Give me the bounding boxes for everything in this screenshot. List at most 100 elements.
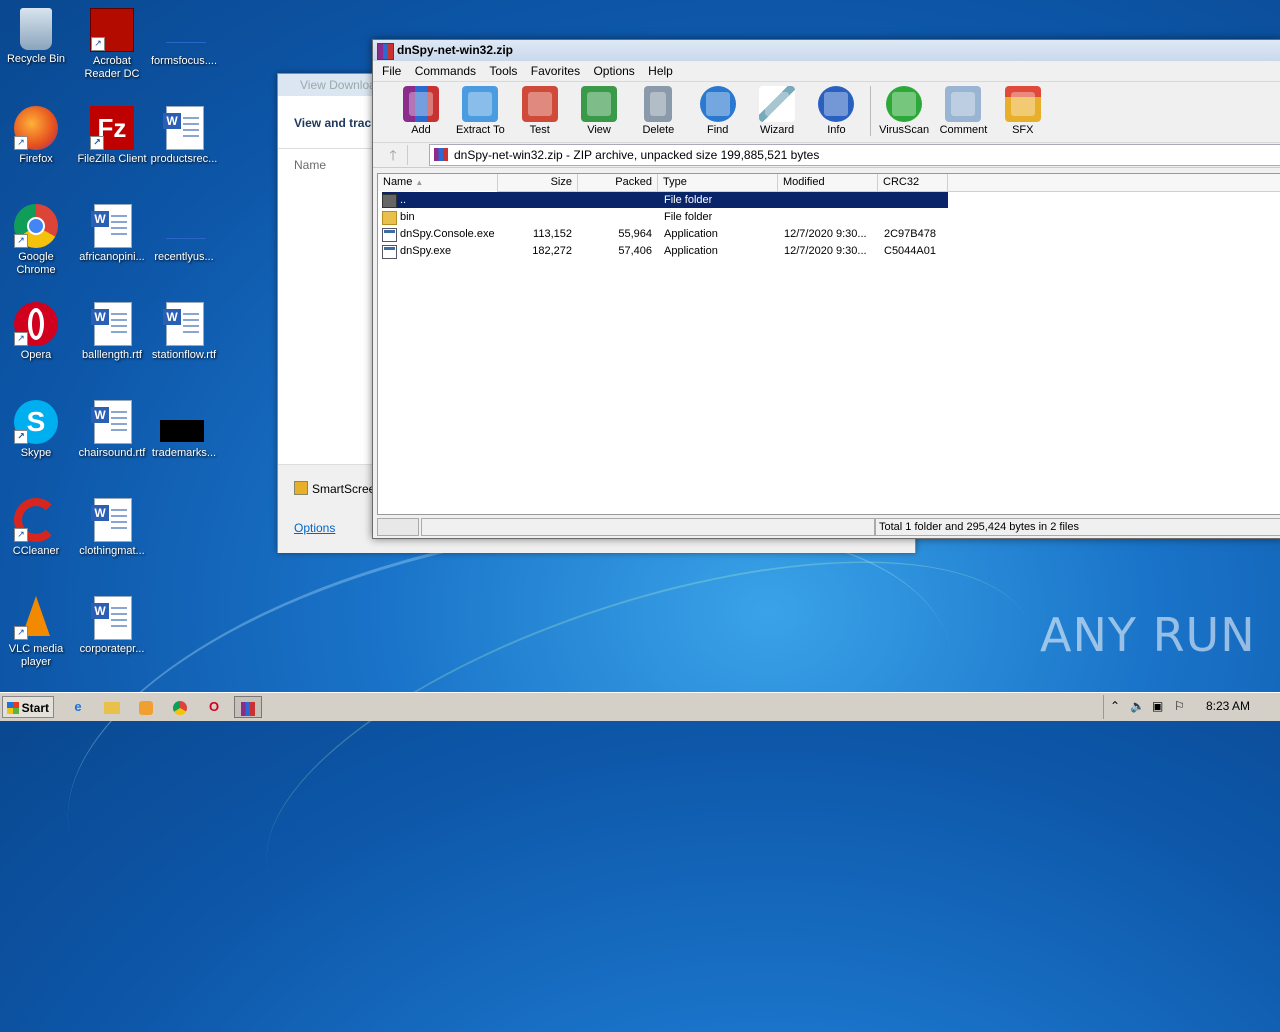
downloads-name-column[interactable]: Name bbox=[294, 158, 326, 172]
skype-icon: S ↗ bbox=[14, 400, 58, 444]
desktop-icon-chrome[interactable]: ↗ Google Chrome bbox=[0, 204, 72, 277]
file-type: Application bbox=[664, 228, 718, 240]
test-button[interactable]: Test bbox=[512, 82, 568, 136]
desktop-icon-corporatepr[interactable]: W corporatepr... bbox=[76, 596, 148, 656]
winrar-window[interactable]: dnSpy-net-win32.zip File Commands Tools … bbox=[372, 39, 1280, 539]
view-button[interactable]: View bbox=[571, 82, 627, 136]
desktop-icon-formsfocus[interactable]: formsfocus.... bbox=[148, 8, 220, 68]
column-crc32[interactable]: CRC32 bbox=[878, 174, 948, 191]
file-name: dnSpy.exe bbox=[400, 245, 452, 257]
sfx-label: SFX bbox=[1012, 124, 1034, 136]
add-button[interactable]: Add bbox=[393, 82, 449, 136]
volume-icon[interactable]: 🔈 bbox=[1130, 699, 1145, 713]
menu-favorites[interactable]: Favorites bbox=[526, 61, 585, 81]
menu-commands[interactable]: Commands bbox=[410, 61, 481, 81]
desktop-icon-recentlyus[interactable]: recentlyus... bbox=[148, 204, 220, 264]
smartscreen-link[interactable]: SmartScree bbox=[294, 481, 375, 496]
file-list[interactable]: Name ▲ Size Packed Type Modified CRC32 .… bbox=[377, 173, 1280, 515]
column-packed[interactable]: Packed bbox=[578, 174, 658, 191]
menu-tools[interactable]: Tools bbox=[484, 61, 522, 81]
winrar-taskbar-icon[interactable] bbox=[234, 696, 262, 718]
desktop-icon-label: productsrec... bbox=[150, 153, 218, 165]
start-button[interactable]: Start bbox=[2, 696, 54, 718]
recycle-bin-icon bbox=[20, 8, 52, 50]
chrome-taskbar-icon[interactable] bbox=[166, 696, 194, 718]
desktop-icon-label: Skype bbox=[20, 447, 52, 459]
chrome-icon bbox=[173, 700, 187, 715]
wizard-button[interactable]: Wizard bbox=[749, 82, 805, 136]
delete-button[interactable]: Delete bbox=[630, 82, 686, 136]
menu-options[interactable]: Options bbox=[588, 61, 639, 81]
comment-button[interactable]: Comment bbox=[935, 82, 991, 136]
file-name: bin bbox=[400, 211, 415, 223]
desktop-icon-chairsound[interactable]: W chairsound.rtf bbox=[76, 400, 148, 460]
desktop-icon-vlc[interactable]: ↗ VLC media player bbox=[0, 596, 72, 669]
file-name: dnSpy.Console.exe bbox=[400, 228, 495, 240]
drive-key-icon[interactable] bbox=[377, 518, 419, 536]
virusscan-label: VirusScan bbox=[879, 124, 930, 136]
desktop-icon-label: CCleaner bbox=[12, 545, 60, 557]
desktop-icon-label: Google Chrome bbox=[16, 251, 56, 276]
options-link[interactable]: Options bbox=[294, 521, 335, 535]
table-row[interactable]: bin File folder bbox=[378, 209, 1280, 226]
file-name: .. bbox=[400, 194, 407, 206]
show-hidden-icons-chevron-icon[interactable]: ⌃ bbox=[1110, 699, 1120, 713]
network-icon[interactable]: ▣ bbox=[1152, 699, 1163, 713]
column-size[interactable]: Size bbox=[498, 174, 578, 191]
extract-to-button[interactable]: Extract To bbox=[452, 82, 508, 136]
desktop-icon-ccleaner[interactable]: ↗ CCleaner bbox=[0, 498, 72, 558]
shortcut-arrow-icon: ↗ bbox=[14, 626, 28, 640]
desktop-icon-skype[interactable]: S ↗ Skype bbox=[0, 400, 72, 460]
desktop-icon-stationflow[interactable]: W stationflow.rtf bbox=[148, 302, 220, 362]
delete-label: Delete bbox=[642, 124, 675, 136]
up-arrow-icon[interactable]: 🡑 bbox=[379, 145, 408, 165]
desktop-icon-opera[interactable]: ↗ Opera bbox=[0, 302, 72, 362]
sfx-button[interactable]: SFX bbox=[995, 82, 1051, 136]
file-packed: 57,406 bbox=[618, 245, 652, 257]
column-name[interactable]: Name ▲ bbox=[378, 174, 498, 191]
desktop-icon-filezilla[interactable]: Fz ↗ FileZilla Client bbox=[76, 106, 148, 166]
desktop-icon-balllength[interactable]: W balllength.rtf bbox=[76, 302, 148, 362]
winrar-titlebar[interactable]: dnSpy-net-win32.zip bbox=[373, 40, 1280, 61]
virusscan-button[interactable]: VirusScan bbox=[876, 82, 932, 136]
find-button[interactable]: Find bbox=[690, 82, 746, 136]
info-button[interactable]: Info bbox=[808, 82, 864, 136]
menu-file[interactable]: File bbox=[377, 61, 406, 81]
comment-label: Comment bbox=[939, 124, 988, 136]
desktop-icon-trademarks[interactable]: trademarks... bbox=[148, 400, 220, 460]
word-document-icon: W bbox=[162, 106, 206, 150]
desktop-icon-label: clothingmat... bbox=[79, 545, 145, 557]
opera-taskbar-icon[interactable]: O bbox=[200, 696, 228, 718]
table-row[interactable]: dnSpy.Console.exe 113,152 55,964 Applica… bbox=[378, 226, 1280, 243]
desktop-icon-label: FileZilla Client bbox=[77, 153, 147, 165]
desktop-icon-label: Opera bbox=[20, 349, 52, 361]
action-center-flag-icon[interactable]: ⚐ bbox=[1174, 699, 1185, 713]
desktop-icon-label: chairsound.rtf bbox=[78, 447, 146, 459]
desktop-icon-firefox[interactable]: ↗ Firefox bbox=[0, 106, 72, 166]
desktop-icon-clothingmat[interactable]: W clothingmat... bbox=[76, 498, 148, 558]
desktop-icon-label: trademarks... bbox=[151, 447, 217, 459]
explorer-taskbar-icon[interactable] bbox=[98, 696, 126, 718]
table-row[interactable]: dnSpy.exe 182,272 57,406 Application 12/… bbox=[378, 243, 1280, 260]
acrobat-icon: ↗ bbox=[90, 8, 134, 52]
folder-icon bbox=[382, 211, 397, 225]
add-archive-icon bbox=[403, 86, 439, 122]
opera-icon: ↗ bbox=[14, 302, 58, 346]
column-modified[interactable]: Modified bbox=[778, 174, 878, 191]
media-player-taskbar-icon[interactable] bbox=[132, 696, 160, 718]
column-type[interactable]: Type bbox=[658, 174, 778, 191]
view-label: View bbox=[587, 124, 611, 136]
blank-file-icon bbox=[162, 8, 206, 52]
desktop-icon-recycle-bin[interactable]: Recycle Bin bbox=[0, 8, 72, 66]
desktop-icon-africanopini[interactable]: W africanopini... bbox=[76, 204, 148, 264]
clock[interactable]: 8:23 AM bbox=[1206, 699, 1250, 713]
anyrun-watermark: ANY RUN bbox=[1040, 608, 1256, 662]
word-document-icon: W bbox=[162, 302, 206, 346]
archive-path-field[interactable]: dnSpy-net-win32.zip - ZIP archive, unpac… bbox=[429, 144, 1280, 166]
menu-help[interactable]: Help bbox=[643, 61, 678, 81]
desktop-icon-acrobat[interactable]: ↗ Acrobat Reader DC bbox=[76, 8, 148, 81]
desktop-icon-productsrec[interactable]: W productsrec... bbox=[148, 106, 220, 166]
ie-taskbar-icon[interactable]: e bbox=[64, 696, 92, 718]
table-row[interactable]: .. File folder bbox=[378, 192, 1280, 209]
parent-folder-icon bbox=[382, 194, 397, 208]
